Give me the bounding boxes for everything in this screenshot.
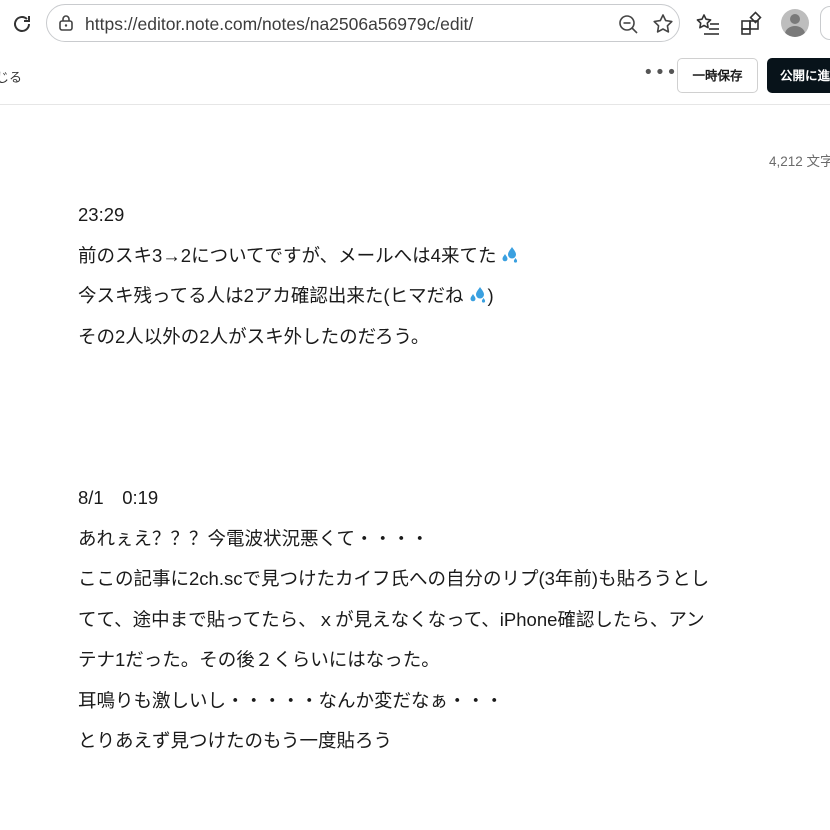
editor-header: じる ••• 一時保存 公開に進む <box>0 48 830 105</box>
character-count: 4,212 文字 <box>769 154 830 169</box>
paragraph[interactable]: 前のスキ3→2についてですが、メールへは4来てた <box>78 236 830 277</box>
reload-icon[interactable] <box>10 12 34 36</box>
avatar-body <box>785 26 805 37</box>
close-link[interactable]: じる <box>0 67 22 86</box>
avatar[interactable] <box>781 9 809 37</box>
paragraph-text-end: ) <box>487 285 494 306</box>
favorites-list-icon[interactable] <box>695 11 721 37</box>
zoom-out-icon[interactable] <box>617 13 639 35</box>
paragraph[interactable]: ここの記事に2ch.scで見つけたカイフ氏への自分のリプ(3年前)も貼ろうとし <box>78 559 830 600</box>
empty-lines[interactable] <box>78 357 830 478</box>
paragraph[interactable]: 23:29 <box>78 195 830 236</box>
paragraph[interactable]: 今スキ残ってる人は2アカ確認出来た(ヒマだね) <box>78 276 830 317</box>
paragraph[interactable]: とりあえず見つけたのもう一度貼ろう <box>78 721 830 762</box>
star-icon[interactable] <box>651 12 675 36</box>
save-draft-button[interactable]: 一時保存 <box>677 58 758 93</box>
paragraph[interactable]: てて、途中まで貼ってたら、ｘが見えなくなって、iPhone確認したら、アン <box>78 600 830 641</box>
paragraph[interactable]: 8/1 0:19 <box>78 478 830 519</box>
address-bar[interactable]: https://editor.note.com/notes/na2506a569… <box>46 4 680 42</box>
paragraph[interactable]: その2人以外の2人がスキ外したのだろう。 <box>78 317 830 358</box>
article-body[interactable]: 23:29 前のスキ3→2についてですが、メールへは4来てた 今スキ残ってる人は… <box>78 195 830 762</box>
publish-button[interactable]: 公開に進む <box>767 58 830 93</box>
paragraph[interactable]: 耳鳴りも激しいし・・・・・なんか変だなぁ・・・ <box>78 681 830 722</box>
lock-icon[interactable] <box>57 14 75 32</box>
url-text[interactable]: https://editor.note.com/notes/na2506a569… <box>85 14 473 35</box>
more-options-icon[interactable]: ••• <box>643 62 678 83</box>
sweat-droplets-icon <box>502 246 518 263</box>
extensions-icon[interactable] <box>738 11 764 37</box>
sweat-droplets-icon <box>470 287 485 303</box>
paragraph-text: 今スキ残ってる人は2アカ確認出来た(ヒマだね <box>78 285 464 306</box>
browser-menu-button[interactable] <box>820 6 830 40</box>
paragraph[interactable]: テナ1だった。その後２くらいにはなった。 <box>78 640 830 681</box>
paragraph-text: 前のスキ3→2についてですが、メールへは4来てた <box>78 244 497 266</box>
paragraph[interactable]: あれぇえ？？？今電波状況悪くて・・・・ <box>78 519 830 560</box>
avatar-head <box>790 14 800 24</box>
browser-toolbar: https://editor.note.com/notes/na2506a569… <box>0 0 830 48</box>
